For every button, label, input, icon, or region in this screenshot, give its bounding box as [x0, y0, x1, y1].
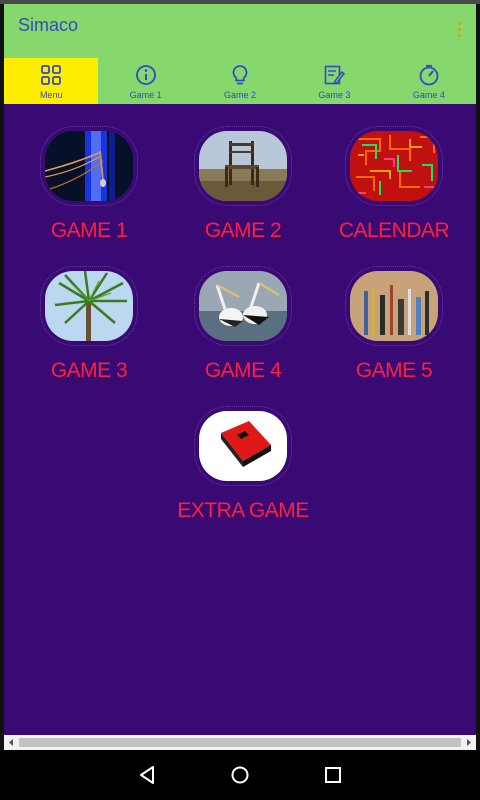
tile-frame [345, 126, 443, 206]
pelicans-image [199, 271, 287, 341]
tab-label: Game 2 [224, 90, 257, 100]
microphone-stage-image [45, 131, 133, 201]
app-window: Simaco Menu Game 1 Game 2 Game 3 Game 4 … [0, 0, 480, 800]
tile-label: EXTRA GAME [177, 499, 309, 522]
scroll-left-icon[interactable] [6, 737, 17, 748]
tab-label: Menu [39, 90, 63, 100]
tile-game-3[interactable]: GAME 3 [19, 266, 159, 383]
tile-label: GAME 5 [355, 359, 433, 382]
horizontal-scrollbar[interactable] [4, 735, 476, 750]
tab-game-3[interactable]: Game 3 [287, 58, 381, 104]
tab-menu[interactable]: Menu [4, 58, 99, 104]
app-bar: Simaco [4, 4, 476, 58]
grid-icon [41, 65, 62, 85]
tile-frame [194, 406, 292, 486]
tile-calendar[interactable]: CALENDAR [324, 126, 464, 243]
recents-icon[interactable] [320, 762, 346, 788]
home-icon[interactable] [227, 762, 253, 788]
tab-label: Game 3 [318, 90, 351, 100]
tile-frame [194, 266, 292, 346]
tab-label: Game 4 [412, 90, 445, 100]
red-book-image [199, 411, 287, 481]
tab-game-2[interactable]: Game 2 [193, 58, 287, 104]
colorful-maze-image [350, 131, 438, 201]
palm-tree-image [45, 271, 133, 341]
scroll-right-icon[interactable] [463, 737, 474, 748]
old-chair-image [199, 131, 287, 201]
tile-extra-game[interactable]: EXTRA GAME [170, 406, 316, 523]
more-vert-icon[interactable] [456, 22, 462, 42]
app-title: Simaco [18, 15, 79, 35]
game-menu: GAME 1 GAME 2 CALENDAR GAME 3 GAME 4 GAM… [4, 104, 476, 735]
tile-label: GAME 3 [50, 359, 128, 382]
tile-game-2[interactable]: GAME 2 [173, 126, 313, 243]
tab-bar: Menu Game 1 Game 2 Game 3 Game 4 [4, 58, 476, 104]
lightbulb-icon [232, 65, 248, 85]
tab-game-1[interactable]: Game 1 [98, 58, 192, 104]
tile-frame [345, 266, 443, 346]
scrollbar-thumb[interactable] [19, 738, 461, 747]
tile-game-4[interactable]: GAME 4 [173, 266, 313, 383]
tile-label: GAME 1 [50, 219, 128, 242]
tab-game-4[interactable]: Game 4 [382, 58, 476, 104]
back-icon[interactable] [134, 762, 160, 788]
tile-frame [40, 266, 138, 346]
tile-frame [40, 126, 138, 206]
tile-game-1[interactable]: GAME 1 [19, 126, 159, 243]
tab-label: Game 1 [129, 90, 162, 100]
tile-label: GAME 4 [204, 359, 282, 382]
tile-label: CALENDAR [338, 219, 450, 242]
tools-on-wood-image [350, 271, 438, 341]
info-icon [135, 65, 156, 85]
tile-frame [194, 126, 292, 206]
system-nav-bar [0, 750, 480, 800]
timer-icon [419, 64, 439, 86]
tile-game-5[interactable]: GAME 5 [324, 266, 464, 383]
edit-note-icon [325, 65, 346, 85]
tile-label: GAME 2 [204, 219, 282, 242]
